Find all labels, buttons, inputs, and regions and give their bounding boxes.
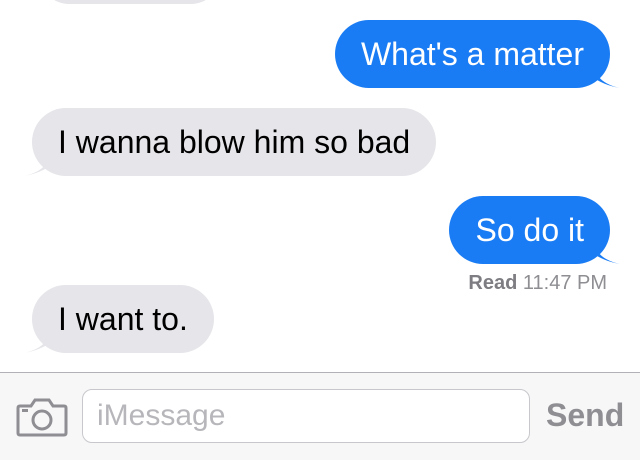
outgoing-message-bubble[interactable]: So do it bbox=[449, 196, 610, 264]
read-receipt: Read 11:47 PM bbox=[468, 272, 607, 295]
outgoing-bubble-tail bbox=[594, 242, 620, 264]
message-text: So do it bbox=[475, 212, 584, 248]
message-thread[interactable]: What's a matter I wanna blow him so bad … bbox=[0, 0, 640, 372]
outgoing-bubble-tail bbox=[594, 66, 620, 88]
message-text: I want to. bbox=[58, 301, 188, 337]
incoming-message-bubble[interactable]: I wanna blow him so bad bbox=[32, 108, 437, 176]
message-text: I wanna blow him so bad bbox=[58, 124, 411, 160]
messages-screen: What's a matter I wanna blow him so bad … bbox=[0, 0, 640, 460]
read-time: 11:47 PM bbox=[522, 272, 607, 294]
incoming-bubble-tail bbox=[24, 154, 50, 176]
read-label: Read bbox=[468, 272, 518, 294]
incoming-message-bubble[interactable]: I want to. bbox=[32, 285, 214, 353]
cut-off-bubble bbox=[40, 0, 220, 4]
message-text: What's a matter bbox=[360, 36, 584, 72]
message-input-bar: Send bbox=[0, 372, 640, 460]
camera-icon[interactable] bbox=[16, 397, 68, 437]
imessage-input[interactable] bbox=[82, 389, 530, 443]
outgoing-message-bubble[interactable]: What's a matter bbox=[334, 20, 610, 88]
incoming-bubble-tail bbox=[24, 331, 50, 353]
send-button[interactable]: Send bbox=[546, 395, 624, 435]
